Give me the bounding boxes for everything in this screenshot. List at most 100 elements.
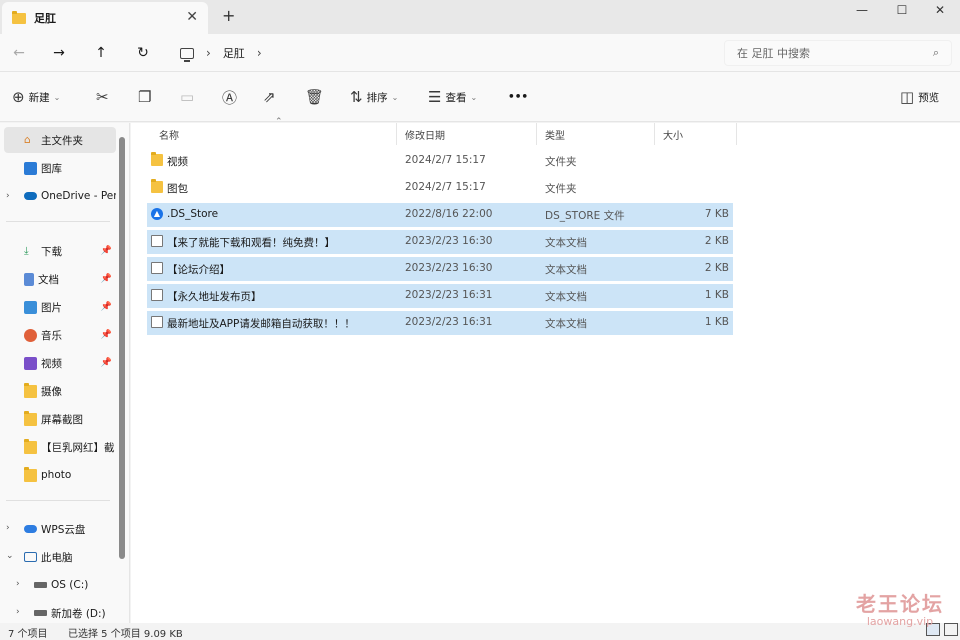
sidebar-item-home[interactable]: ⌂ 主文件夹 <box>4 127 116 153</box>
paste-icon[interactable]: ▭ <box>180 86 194 108</box>
sidebar-item-label: 此电脑 <box>41 551 73 564</box>
file-row[interactable]: 【永久地址发布页】 2023/2/23 16:31 文本文档 1 KB <box>147 284 733 308</box>
sidebar-item-label: 【巨乳网红】截 <box>41 441 115 454</box>
sidebar-item-this-pc[interactable]: 此电脑 <box>4 544 116 570</box>
refresh-icon[interactable]: ↻ <box>132 42 154 64</box>
picture-icon <box>24 300 37 314</box>
view-button[interactable]: ☰ 查看 ⌄ <box>428 86 477 108</box>
folder-icon <box>24 382 37 398</box>
sidebar-item-downloads[interactable]: ⤓ 下载 📌 <box>4 238 116 264</box>
video-icon <box>24 356 37 370</box>
forward-icon[interactable]: → <box>48 42 70 64</box>
up-icon[interactable]: ↑ <box>90 42 112 64</box>
file-name: 【来了就能下载和观看！纯免费！】 <box>167 237 335 249</box>
sidebar-item-label: 图库 <box>41 162 62 175</box>
file-type: 文本文档 <box>545 264 587 276</box>
sidebar-item-documents[interactable]: 文档 📌 <box>4 266 116 292</box>
sort-button[interactable]: ⇅ 排序 ⌄ <box>350 86 398 108</box>
pin-icon[interactable]: 📌 <box>101 274 112 284</box>
app-file-icon: ▲ <box>151 208 163 220</box>
download-icon: ⤓ <box>24 244 29 257</box>
new-button[interactable]: ⊕ 新建 ⌄ <box>12 86 60 108</box>
sidebar-scrollbar[interactable] <box>119 137 125 559</box>
back-icon[interactable]: ← <box>8 42 30 64</box>
column-header-type[interactable]: 类型 <box>545 127 565 142</box>
copy-icon[interactable]: ❐ <box>138 86 151 108</box>
chevron-down-icon: ⌄ <box>391 92 399 102</box>
sidebar-item-label: 文档 <box>38 273 59 286</box>
chevron-down-icon: ⌄ <box>53 92 61 102</box>
pin-icon[interactable]: 📌 <box>101 330 112 340</box>
sidebar-item-d-drive[interactable]: 新加卷 (D:) <box>4 600 116 623</box>
sidebar-item-label: 视频 <box>41 357 62 370</box>
pc-icon <box>24 552 37 562</box>
folder-icon <box>151 152 163 166</box>
sidebar-item-c-drive[interactable]: OS (C:) <box>4 572 116 598</box>
file-row[interactable]: ▲ .DS_Store 2022/8/16 22:00 DS_STORE 文件 … <box>147 203 733 227</box>
pin-icon[interactable]: 📌 <box>101 302 112 312</box>
rename-icon[interactable]: Ⓐ <box>222 86 237 108</box>
file-list: ⌃ 名称 修改日期 类型 大小 视频 2024/2/7 15:17 文件夹 图包… <box>131 117 960 623</box>
file-row[interactable]: 最新地址及APP请发邮箱自动获取！！！ 2023/2/23 16:31 文本文档… <box>147 311 733 335</box>
text-file-icon <box>151 235 163 247</box>
folder-icon <box>151 179 163 193</box>
column-separator[interactable] <box>736 123 737 145</box>
sidebar-item-onedrive[interactable]: OneDrive - Per <box>4 183 116 209</box>
file-name: 最新地址及APP请发邮箱自动获取！！！ <box>167 318 355 330</box>
column-separator[interactable] <box>396 123 397 145</box>
file-row[interactable]: 视频 2024/2/7 15:17 文件夹 <box>147 149 733 173</box>
text-file-icon <box>151 316 163 328</box>
file-row[interactable]: 【论坛介绍】 2023/2/23 16:30 文本文档 2 KB <box>147 257 733 281</box>
cut-icon[interactable]: ✂ <box>96 86 109 108</box>
sidebar-item-photo[interactable]: photo <box>4 462 116 488</box>
column-separator[interactable] <box>536 123 537 145</box>
file-name: 【论坛介绍】 <box>167 264 230 276</box>
tiles-view-icon[interactable] <box>944 623 958 636</box>
folder-icon <box>12 10 26 24</box>
file-type: 文本文档 <box>545 291 587 303</box>
breadcrumb[interactable]: › 足肛 › <box>170 40 710 66</box>
column-header-name[interactable]: 名称 <box>159 127 179 142</box>
chevron-right-icon[interactable]: › <box>206 46 211 60</box>
sidebar-item-music[interactable]: 音乐 📌 <box>4 322 116 348</box>
sidebar-item-pictures[interactable]: 图片 📌 <box>4 294 116 320</box>
file-size: 1 KB <box>704 316 729 328</box>
file-type: 文件夹 <box>545 183 577 195</box>
pin-icon[interactable]: 📌 <box>101 358 112 368</box>
sidebar-item-folder[interactable]: 【巨乳网红】截 <box>4 434 116 460</box>
minimize-button[interactable]: — <box>842 0 882 20</box>
chevron-right-icon[interactable]: › <box>257 46 262 60</box>
file-row[interactable]: 【来了就能下载和观看！纯免费！】 2023/2/23 16:30 文本文档 2 … <box>147 230 733 254</box>
search-input[interactable]: 在 足肛 中搜索 ⌕ <box>724 40 952 66</box>
sidebar-item-gallery[interactable]: 图库 <box>4 155 116 181</box>
column-header-modified[interactable]: 修改日期 <box>405 127 445 142</box>
watermark-url: laowang.vip <box>866 615 934 628</box>
tab-close-button[interactable]: ✕ <box>186 9 198 25</box>
column-header-size[interactable]: 大小 <box>663 127 683 142</box>
sort-icon: ⇅ <box>350 88 363 106</box>
navigation-pane: ⌂ 主文件夹 图库 › OneDrive - Per ⤓ 下载 📌 文档 📌 图… <box>0 123 130 623</box>
sidebar-item-label: OneDrive - Per <box>41 190 116 202</box>
sidebar-item-videos[interactable]: 视频 📌 <box>4 350 116 376</box>
file-date: 2024/2/7 15:17 <box>405 181 486 193</box>
breadcrumb-current[interactable]: 足肛 <box>223 45 245 61</box>
sidebar-item-camera[interactable]: 摄像 <box>4 378 116 404</box>
sort-up-icon: ⌃ <box>275 117 283 127</box>
computer-icon <box>180 47 194 62</box>
cloud-icon <box>24 192 37 200</box>
column-separator[interactable] <box>654 123 655 145</box>
search-placeholder: 在 足肛 中搜索 <box>737 47 810 60</box>
drive-icon <box>34 582 47 588</box>
close-window-button[interactable]: ✕ <box>920 0 960 20</box>
file-row[interactable]: 图包 2024/2/7 15:17 文件夹 <box>147 176 733 200</box>
preview-button[interactable]: ◫ 预览 <box>900 86 939 108</box>
pin-icon[interactable]: 📌 <box>101 246 112 256</box>
more-options-button[interactable]: ••• <box>508 86 528 108</box>
new-tab-button[interactable]: + <box>222 6 235 25</box>
sidebar-item-wps[interactable]: WPS云盘 <box>4 516 116 542</box>
maximize-button[interactable]: ☐ <box>882 0 922 20</box>
sidebar-item-screenshots[interactable]: 屏幕截图 <box>4 406 116 432</box>
delete-icon[interactable]: 🗑 <box>305 86 324 108</box>
share-icon[interactable]: ⇗ <box>263 86 276 108</box>
tab-folder[interactable]: 足肛 ✕ <box>2 2 208 34</box>
